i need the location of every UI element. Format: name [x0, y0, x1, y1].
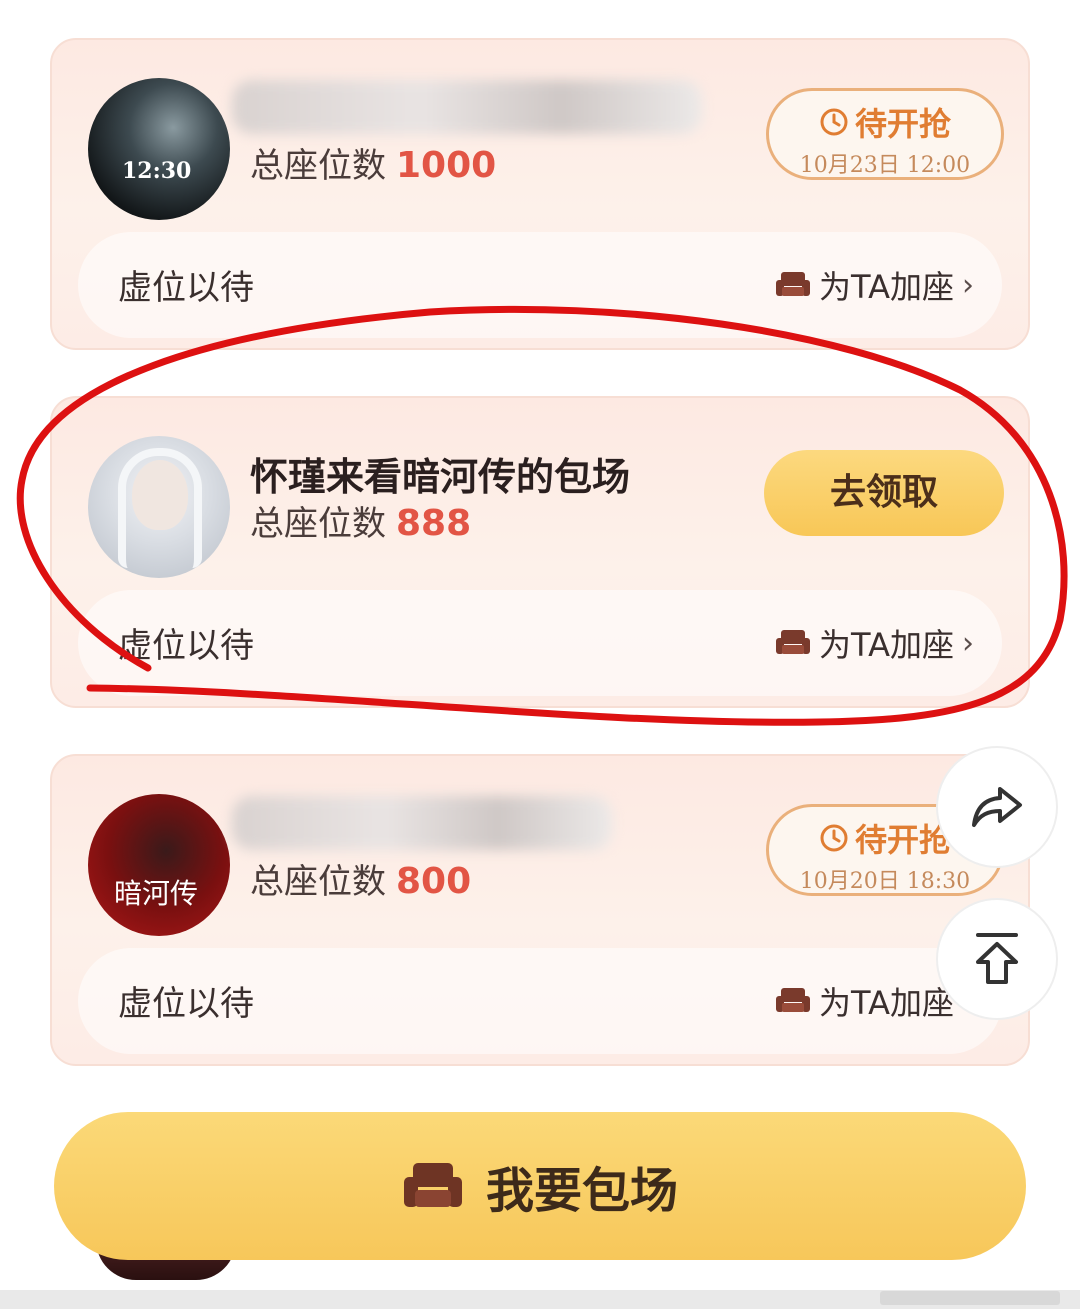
poster-title-text: 暗河传: [114, 877, 199, 910]
add-seat-label: 为TA加座: [819, 268, 954, 306]
poster-avatar: [88, 436, 230, 578]
chevron-right-icon: ›: [962, 267, 974, 303]
event-card-2[interactable]: 怀瑾来看暗河传的包场 总座位数 888 去领取 虚位以待 为TA加座 ›: [50, 396, 1030, 708]
card-footer-row: 虚位以待 为TA加座 ›: [78, 948, 1002, 1054]
add-seat-link[interactable]: 为TA加座 ›: [775, 620, 974, 666]
event-card-1[interactable]: 12:30 总座位数 1000 待开抢 10月23日 12:00 虚位以待 为TA…: [50, 38, 1030, 350]
poster-avatar: 暗河传: [88, 794, 230, 936]
vacancy-text: 虚位以待: [118, 626, 254, 666]
vacancy-text: 虚位以待: [118, 984, 254, 1024]
event-card-3[interactable]: 暗河传 总座位数 800 待开抢 10月20日 18:30 虚位以待 为TA加座 …: [50, 754, 1030, 1066]
seat-count: 1000: [396, 145, 497, 186]
total-seats: 总座位数 1000: [250, 145, 497, 186]
card-footer-row: 虚位以待 为TA加座 ›: [78, 590, 1002, 696]
add-seat-label: 为TA加座: [819, 626, 954, 664]
share-button[interactable]: [936, 746, 1058, 868]
poster-time-text: 12:30: [122, 158, 192, 184]
back-to-top-icon: [976, 933, 1018, 984]
book-screening-label: 我要包场: [485, 1163, 678, 1219]
vacancy-text: 虚位以待: [118, 268, 254, 308]
blurred-title: [232, 796, 612, 850]
seat-count: 800: [396, 861, 472, 902]
sofa-icon: [776, 272, 811, 296]
share-icon: [972, 787, 1022, 827]
clock-icon: [820, 108, 848, 136]
chevron-right-icon: ›: [962, 625, 974, 661]
add-seat-link[interactable]: 为TA加座 ›: [775, 262, 974, 308]
watermark-blur: [880, 1291, 1060, 1305]
back-to-top-button[interactable]: [936, 898, 1058, 1020]
add-seat-label: 为TA加座: [819, 984, 954, 1022]
sofa-icon: [776, 988, 811, 1012]
status-time: 10月23日 12:00: [799, 153, 971, 178]
claim-button[interactable]: 去领取: [764, 450, 1004, 536]
status-label: 待开抢: [854, 105, 951, 143]
card-footer-row: 虚位以待 为TA加座 ›: [78, 232, 1002, 338]
event-title: 怀瑾来看暗河传的包场: [250, 455, 631, 499]
clock-icon: [820, 824, 848, 852]
status-label: 待开抢: [854, 821, 951, 859]
status-badge: 待开抢 10月23日 12:00: [766, 88, 1004, 180]
sofa-icon: [403, 1163, 462, 1207]
total-seats: 总座位数 888: [250, 503, 472, 544]
sofa-icon: [776, 630, 811, 654]
seat-count: 888: [396, 503, 472, 544]
book-screening-button[interactable]: 我要包场: [54, 1112, 1026, 1260]
blurred-title: [232, 80, 702, 134]
poster-avatar: 12:30: [88, 78, 230, 220]
total-seats: 总座位数 800: [250, 861, 472, 902]
status-time: 10月20日 18:30: [799, 869, 971, 894]
